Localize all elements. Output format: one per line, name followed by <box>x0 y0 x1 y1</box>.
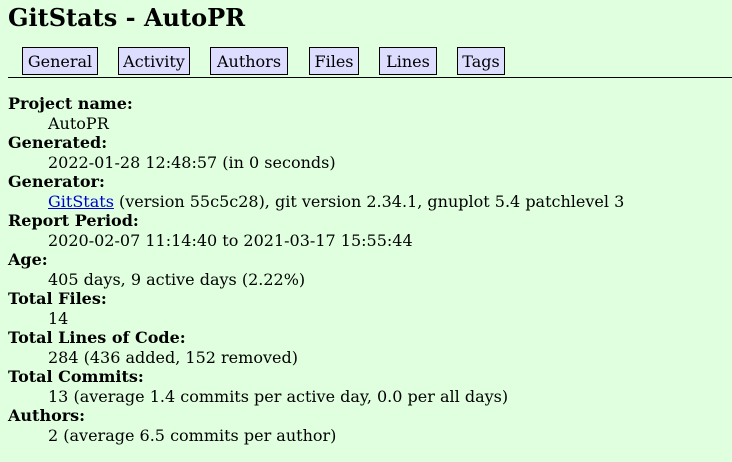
tab-lines[interactable]: Lines <box>379 47 437 75</box>
tab-files[interactable]: Files <box>309 47 359 75</box>
total-commits-value: 13 (average 1.4 commits per active day, … <box>48 386 509 406</box>
total-commits-label: Total Commits: <box>8 367 144 386</box>
project-name-value: AutoPR <box>48 113 109 133</box>
total-files-value: 14 <box>48 308 69 328</box>
tab-general[interactable]: General <box>22 47 98 75</box>
general-stats-list: Project name: AutoPR Generated: 2022-01-… <box>8 94 624 445</box>
tab-activity[interactable]: Activity <box>118 47 190 75</box>
total-lines-value: 284 (436 added, 152 removed) <box>48 347 298 367</box>
generator-value: GitStats (version 55c5c28), git version … <box>48 192 624 212</box>
generated-value: 2022-01-28 12:48:57 (in 0 seconds) <box>48 152 336 172</box>
page-title: GitStats - AutoPR <box>8 3 246 32</box>
tab-authors[interactable]: Authors <box>210 47 288 75</box>
tab-navigation: General Activity Authors Files Lines Tag… <box>8 47 732 78</box>
report-period-label: Report Period: <box>8 211 139 230</box>
age-label: Age: <box>8 250 48 269</box>
total-lines-label: Total Lines of Code: <box>8 328 186 347</box>
tab-tags[interactable]: Tags <box>457 47 505 75</box>
gitstats-link[interactable]: GitStats <box>48 192 114 211</box>
total-files-label: Total Files: <box>8 289 107 308</box>
authors-label: Authors: <box>8 406 86 425</box>
age-value: 405 days, 9 active days (2.22%) <box>48 269 306 289</box>
generator-details: (version 55c5c28), git version 2.34.1, g… <box>113 191 625 211</box>
report-period-value: 2020-02-07 11:14:40 to 2021-03-17 15:55:… <box>48 230 413 250</box>
authors-value: 2 (average 6.5 commits per author) <box>48 425 337 445</box>
project-name-label: Project name: <box>8 94 133 113</box>
generator-label: Generator: <box>8 172 105 191</box>
generated-label: Generated: <box>8 133 108 152</box>
